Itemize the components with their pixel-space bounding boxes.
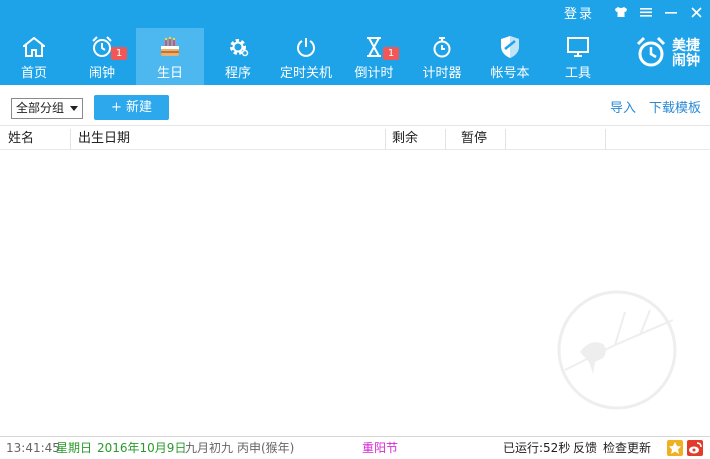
minimize-icon[interactable] bbox=[660, 1, 682, 23]
title-bar: 登录 bbox=[564, 0, 710, 24]
check-update-link[interactable]: 检查更新 bbox=[603, 437, 651, 459]
stopwatch-icon bbox=[429, 35, 455, 59]
download-template-link[interactable]: 下载模板 bbox=[649, 97, 701, 116]
power-icon bbox=[293, 35, 319, 59]
weekday: 星期日 bbox=[56, 441, 93, 455]
column-header-paused[interactable]: 暂停 bbox=[461, 127, 487, 150]
shirt-icon[interactable] bbox=[610, 1, 632, 23]
uptime: 已运行:52秒 bbox=[503, 441, 571, 455]
nav-label: 闹钟 bbox=[88, 66, 115, 81]
clock-time: 13:41:45 bbox=[6, 441, 60, 455]
menu-icon[interactable] bbox=[635, 1, 657, 23]
nav-item-program[interactable]: 程序 bbox=[204, 28, 272, 85]
monitor-icon bbox=[565, 35, 591, 59]
column-divider bbox=[505, 129, 506, 149]
qzone-icon[interactable] bbox=[667, 440, 683, 456]
main-nav: 首页 闹钟 1 生日 程序 定时关机 倒计时 1 计时器 帐号本 工具 bbox=[0, 28, 612, 85]
column-divider bbox=[385, 129, 386, 149]
nav-label: 工具 bbox=[564, 66, 591, 81]
table-header: 姓名 出生日期 剩余 暂停 bbox=[0, 127, 710, 150]
alarm-count-badge: 1 bbox=[111, 47, 127, 60]
feedback-link[interactable]: 反馈 bbox=[573, 437, 597, 459]
nav-item-accounts[interactable]: 帐号本 bbox=[476, 28, 544, 85]
watermark-logo bbox=[555, 290, 685, 433]
alarm-clock-icon bbox=[634, 36, 668, 71]
nav-item-timer[interactable]: 计时器 bbox=[408, 28, 476, 85]
nav-item-birthday[interactable]: 生日 bbox=[136, 28, 204, 85]
nav-item-shutdown[interactable]: 定时关机 bbox=[272, 28, 340, 85]
birthday-cake-icon bbox=[157, 35, 183, 59]
column-divider bbox=[70, 129, 71, 149]
solar-date: 2016年10月9日 bbox=[97, 441, 187, 455]
brand-name: 美捷 闹钟 bbox=[672, 37, 700, 69]
toolbar: 全部分组 + 新建 导入 下载模板 bbox=[0, 85, 710, 126]
group-select[interactable]: 全部分组 bbox=[11, 98, 83, 119]
login-link[interactable]: 登录 bbox=[564, 3, 594, 22]
nav-item-tools[interactable]: 工具 bbox=[544, 28, 612, 85]
import-link[interactable]: 导入 bbox=[610, 97, 636, 116]
status-bar: 13:41:45 星期日 2016年10月9日 九月初九 丙申(猴年) 重阳节 … bbox=[0, 436, 710, 459]
nav-item-alarm[interactable]: 闹钟 1 bbox=[68, 28, 136, 85]
nav-label: 帐号本 bbox=[490, 66, 530, 81]
festival-label: 重阳节 bbox=[362, 441, 399, 455]
new-birthday-button[interactable]: + 新建 bbox=[94, 95, 169, 120]
nav-label: 程序 bbox=[224, 66, 251, 81]
group-select-value: 全部分组 bbox=[16, 101, 65, 115]
column-header-birthdate[interactable]: 出生日期 bbox=[78, 127, 130, 150]
app-header: 登录 首页 闹钟 1 生日 程序 定时关机 倒计时 1 计时器 帐号本 工具 美… bbox=[0, 0, 710, 85]
nav-label: 倒计时 bbox=[354, 66, 394, 81]
weibo-icon[interactable] bbox=[687, 440, 703, 456]
close-icon[interactable] bbox=[685, 1, 707, 23]
nav-label: 生日 bbox=[156, 66, 183, 81]
nav-label: 定时关机 bbox=[279, 66, 332, 81]
ganzhi-year: 丙申(猴年) bbox=[237, 441, 295, 455]
shield-icon bbox=[497, 35, 523, 59]
lunar-date: 九月初九 bbox=[185, 441, 234, 455]
column-divider bbox=[605, 129, 606, 149]
column-header-remaining[interactable]: 剩余 bbox=[392, 127, 418, 150]
nav-item-home[interactable]: 首页 bbox=[0, 28, 68, 85]
column-divider bbox=[445, 129, 446, 149]
nav-item-countdown[interactable]: 倒计时 1 bbox=[340, 28, 408, 85]
nav-label: 计时器 bbox=[422, 66, 462, 81]
countdown-count-badge: 1 bbox=[383, 47, 399, 60]
chevron-down-icon bbox=[70, 106, 78, 111]
gear-icon bbox=[225, 35, 251, 59]
brand-logo: 美捷 闹钟 bbox=[634, 36, 702, 71]
home-icon bbox=[21, 35, 47, 59]
nav-label: 首页 bbox=[20, 66, 47, 81]
column-header-name[interactable]: 姓名 bbox=[8, 127, 34, 150]
